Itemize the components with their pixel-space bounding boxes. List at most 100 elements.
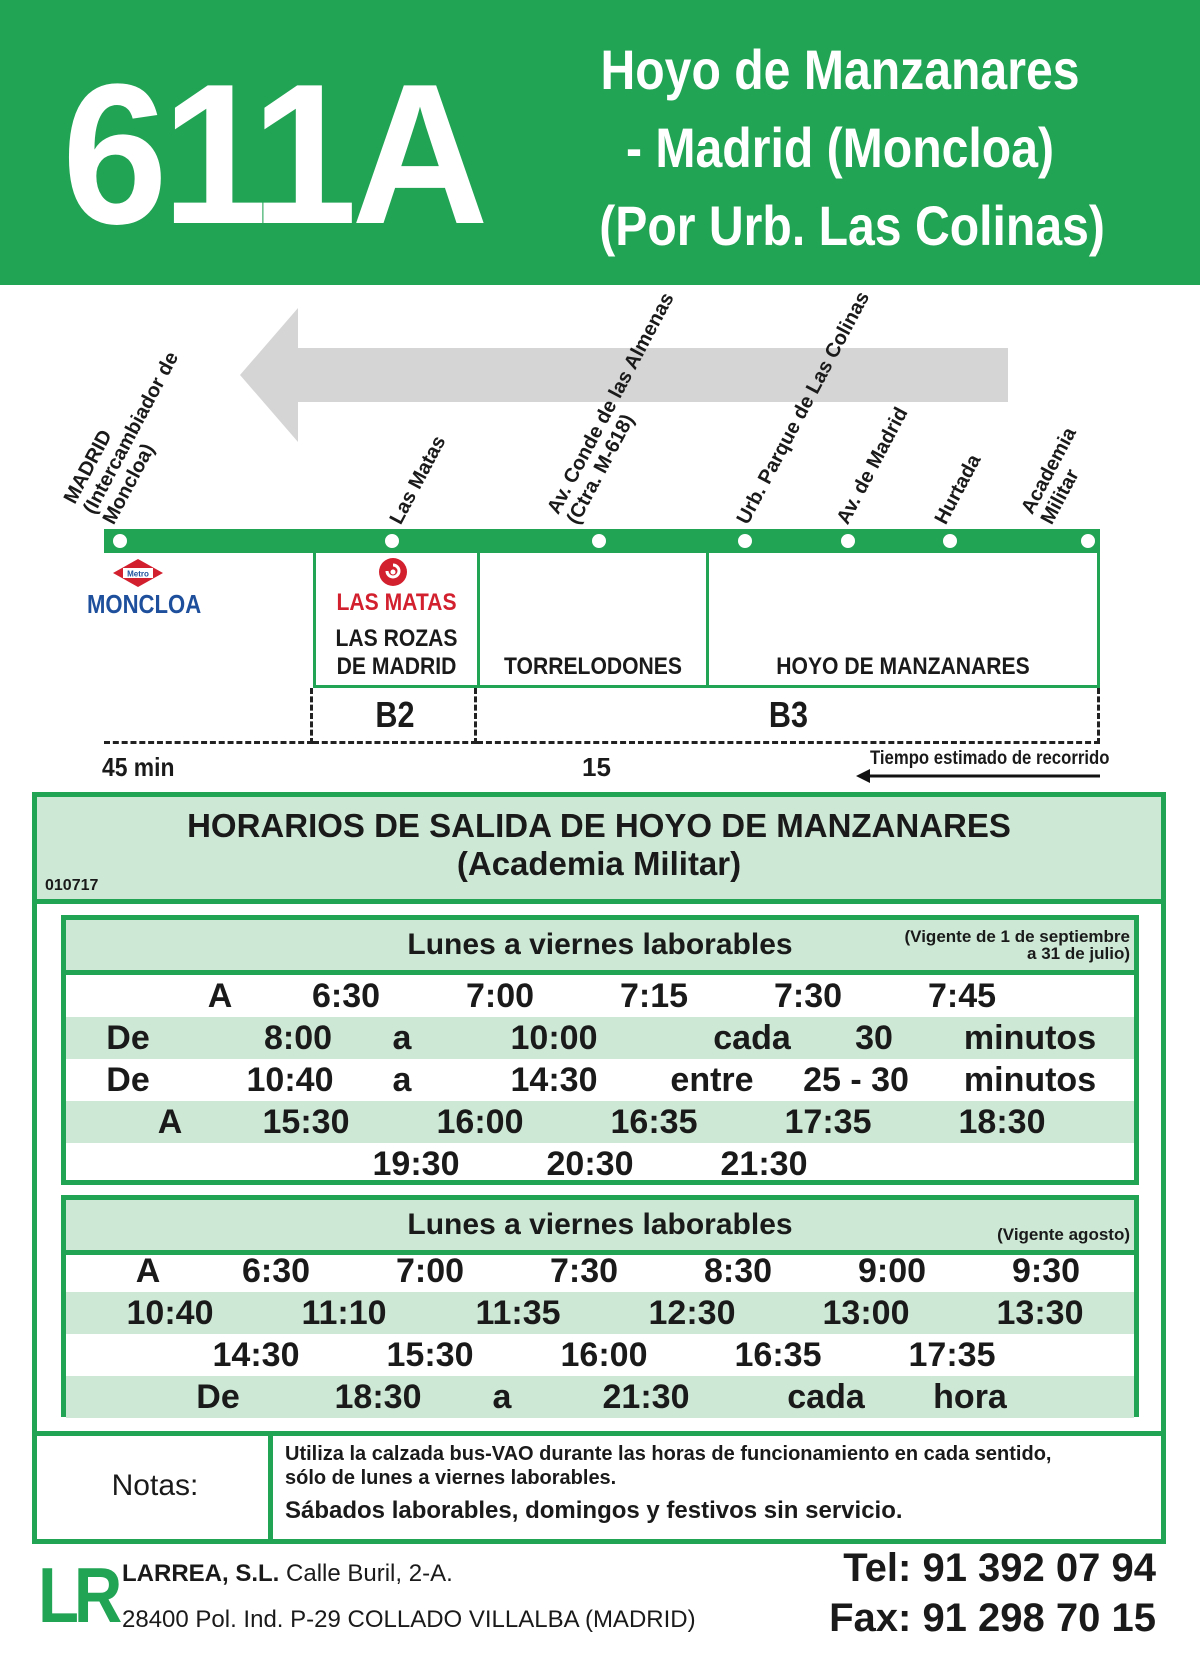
note-line-3: Sábados laborables, domingos y festivos … <box>285 1497 903 1524</box>
schedule-cell: 21:30 <box>602 1378 690 1416</box>
schedule-cell: De <box>106 1061 150 1099</box>
schedule-cell: De <box>106 1019 150 1057</box>
stop-dot <box>382 531 402 551</box>
stop-dot <box>940 531 960 551</box>
schedule-cell: 10:40 <box>246 1061 334 1099</box>
schedule-cell: entre <box>670 1061 754 1099</box>
schedule-cell: 18:30 <box>958 1103 1046 1141</box>
schedule-cell: 6:30 <box>241 1252 311 1290</box>
table-row: De 10:40 a 14:30 entre 25 - 30 minutos <box>66 1059 1134 1101</box>
schedule-cell: 13:00 <box>822 1294 910 1332</box>
company-street: Calle Buril, 2-A. <box>286 1560 453 1587</box>
schedule-subtitle: (Academia Militar) <box>456 845 742 882</box>
metro-logo-icon: Metro <box>113 559 163 587</box>
schedule-cell: 18:30 <box>334 1378 422 1416</box>
zone-torrelodones: TORRELODONES <box>504 653 682 680</box>
stop-dot <box>589 531 609 551</box>
route-title-line2: - Madrid (Moncloa) <box>625 116 1055 179</box>
schedule-cell: 7:00 <box>395 1252 465 1290</box>
cercanias-logo-icon <box>379 558 407 586</box>
note-line-2: sólo de lunes a viernes laborables. <box>285 1467 617 1489</box>
schedule-cell: 16:00 <box>436 1103 524 1141</box>
table-row: 19:30 20:30 21:30 <box>66 1143 1134 1185</box>
route-title-line1: Hoyo de Manzanares <box>600 38 1080 101</box>
schedule-cell: 13:30 <box>996 1294 1084 1332</box>
partial-time: 15 <box>582 752 611 782</box>
fax-number: Fax: 91 298 70 15 <box>829 1596 1156 1640</box>
schedule-cell: minutos <box>963 1019 1097 1057</box>
stop-dot <box>735 531 755 551</box>
schedule-cell: 16:00 <box>560 1336 648 1374</box>
schedule-cell: 7:45 <box>927 977 997 1015</box>
table-row: De 18:30 a 21:30 cada hora <box>66 1376 1134 1418</box>
schedule-cell: A <box>207 977 233 1015</box>
schedule-panel: HORARIOS DE SALIDA DE HOYO DE MANZANARES… <box>32 792 1166 1544</box>
schedule-cell: 11:35 <box>475 1294 561 1332</box>
stop-dot <box>110 531 130 551</box>
company-address-line1: LARREA, S.L. Calle Buril, 2-A. <box>122 1560 453 1588</box>
schedule-cell: minutos <box>963 1061 1097 1099</box>
table-2-title-text: Lunes a viernes laborables <box>407 1208 793 1241</box>
schedule-cell: 7:15 <box>619 977 689 1015</box>
table-1-note-l2: a 31 de julio) <box>1027 944 1130 963</box>
schedule-cell: 14:30 <box>510 1061 598 1099</box>
schedule-cell: 9:00 <box>857 1252 927 1290</box>
zone-las-rozas-l2: DE MADRID <box>336 653 457 680</box>
schedule-cell: 7:30 <box>549 1252 619 1290</box>
schedule-cell: 8:30 <box>703 1252 773 1290</box>
schedule-cell: De <box>196 1378 240 1416</box>
schedule-cell: 10:40 <box>126 1294 214 1332</box>
schedule-cell: 16:35 <box>734 1336 822 1374</box>
schedule-cell: a <box>392 1061 412 1099</box>
time-legend: Tiempo estimado de recorrido <box>870 748 1110 769</box>
route-number: 611A <box>62 43 489 266</box>
schedule-cell: 10:00 <box>510 1019 598 1057</box>
schedule-cell: 17:35 <box>784 1103 872 1141</box>
table-2-title: Lunes a viernes laborables <box>66 1200 1134 1255</box>
company-logo: LR <box>38 1551 122 1639</box>
zone-moncloa: MONCLOA <box>87 589 202 619</box>
zone-las-rozas-l1: LAS ROZAS <box>335 625 458 652</box>
schedule-cell: 15:30 <box>262 1103 350 1141</box>
schedule-cell: 21:30 <box>720 1145 808 1183</box>
table-row: A 6:30 7:00 7:15 7:30 7:45 <box>66 975 1134 1017</box>
svg-text:Metro: Metro <box>127 570 149 579</box>
table-row: A 6:30 7:00 7:30 8:30 9:00 9:30 <box>66 1250 1134 1292</box>
schedule-cell: 8:00 <box>263 1019 333 1057</box>
schedule-cell: 6:30 <box>311 977 381 1015</box>
total-time: 45 min <box>102 752 175 782</box>
schedule-cell: cada <box>713 1019 791 1057</box>
schedule-cell: A <box>135 1252 161 1290</box>
company-name: LARREA, S.L. <box>122 1560 280 1587</box>
fare-zone-b2: B2 <box>375 694 415 735</box>
schedule-cell: 7:00 <box>465 977 535 1015</box>
schedule-cell: cada <box>787 1378 865 1416</box>
schedule-cell: 14:30 <box>212 1336 300 1374</box>
table-row: 10:40 11:10 11:35 12:30 13:00 13:30 <box>66 1292 1134 1334</box>
note-line-1: Utiliza la calzada bus-VAO durante las h… <box>285 1443 1052 1465</box>
schedule-cell: 17:35 <box>908 1336 996 1374</box>
company-city: 28400 Pol. Ind. P-29 COLLADO VILLALBA (M… <box>122 1606 696 1633</box>
schedule-cell: hora <box>933 1378 1007 1416</box>
stop-dot <box>838 531 858 551</box>
table-1-note-l1: (Vigente de 1 de septiembre <box>904 927 1130 946</box>
schedule-cell: 19:30 <box>372 1145 460 1183</box>
schedule-cell: 12:30 <box>648 1294 736 1332</box>
time-legend-arrow-icon <box>856 769 1100 783</box>
table-row: 14:30 15:30 16:00 16:35 17:35 <box>66 1334 1134 1376</box>
stop-dot <box>1078 531 1098 551</box>
schedule-cell: 30 <box>855 1019 893 1057</box>
table-row: A 15:30 16:00 16:35 17:35 18:30 <box>66 1101 1134 1143</box>
schedule-cell: a <box>492 1378 512 1416</box>
schedule-table-1: Lunes a viernes laborables (Vigente de 1… <box>61 915 1139 1185</box>
schedule-table-2: Lunes a viernes laborables (Vigente agos… <box>61 1195 1139 1418</box>
table-2-note: (Vigente agosto) <box>997 1225 1130 1244</box>
schedule-cell: 16:35 <box>610 1103 698 1141</box>
schedule-cell: 11:10 <box>301 1294 387 1332</box>
zone-hoyo: HOYO DE MANZANARES <box>776 653 1030 680</box>
zone-las-matas: LAS MATAS <box>336 589 457 616</box>
route-title-line3: (Por Urb. Las Colinas) <box>599 194 1105 257</box>
schedule-title: HORARIOS DE SALIDA DE HOYO DE MANZANARES <box>187 807 1011 844</box>
table-1-title-text: Lunes a viernes laborables <box>407 928 793 961</box>
fare-zone-a-box <box>104 688 313 744</box>
